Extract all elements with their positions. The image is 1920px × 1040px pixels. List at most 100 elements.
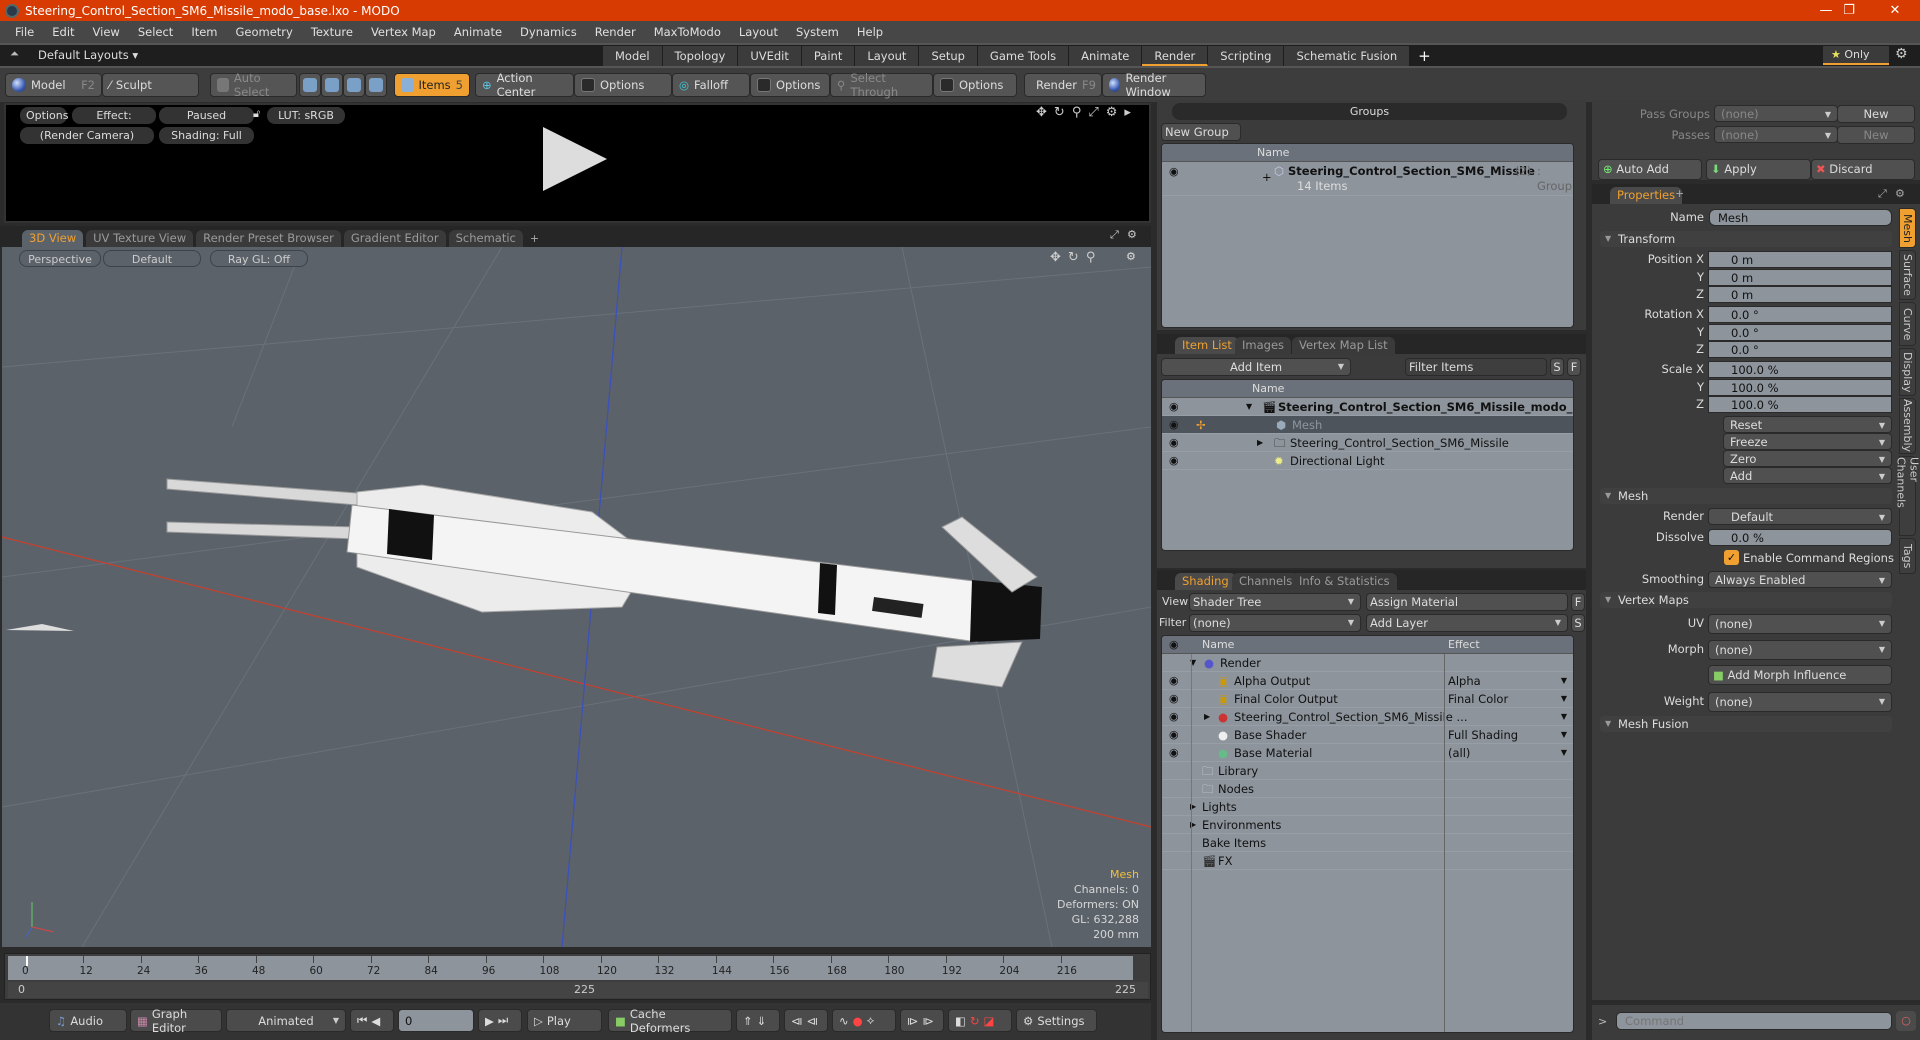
tab-vertex-map-list[interactable]: Vertex Map List xyxy=(1292,337,1395,354)
assign-material-button[interactable]: Assign Material xyxy=(1366,593,1568,611)
rotation-z-field[interactable]: 0.0 ° xyxy=(1708,341,1892,358)
render-camera-dropdown[interactable]: (Render Camera) xyxy=(20,127,154,144)
layout-tab-render[interactable]: Render xyxy=(1142,46,1209,66)
effect-dropdown[interactable]: Effect: (Shadi... xyxy=(72,107,156,139)
play-icon[interactable] xyxy=(543,127,607,191)
shader-tree-row[interactable]: 🎬︎ FX xyxy=(1162,852,1573,870)
view-dropdown[interactable]: Shader Tree xyxy=(1189,593,1361,611)
gear-icon[interactable]: ⚙ xyxy=(1127,228,1137,241)
vertices-mode-button[interactable] xyxy=(299,73,321,97)
side-tab-tags[interactable]: Tags xyxy=(1899,538,1916,574)
projection-dropdown[interactable]: Perspective xyxy=(19,250,101,267)
visibility-icon[interactable]: ◉ xyxy=(1169,690,1179,708)
audio-button[interactable]: ♫ Audio xyxy=(49,1009,127,1032)
collapse-arrow-icon[interactable]: ⏶ xyxy=(10,47,19,61)
shader-tree-row[interactable]: ◉ ● Base Shader Full Shading ▼ xyxy=(1162,726,1573,744)
maximize-icon[interactable]: ⤢ xyxy=(1110,228,1119,242)
render-window-button[interactable]: Render Window xyxy=(1102,71,1206,99)
menu-system[interactable]: System xyxy=(787,25,848,39)
zoom-icon[interactable]: ⚲ xyxy=(1086,250,1096,265)
gear-icon[interactable]: ⚙ xyxy=(1895,46,1908,62)
add-layout-tab-button[interactable]: + xyxy=(1410,46,1439,66)
name-field[interactable]: Mesh xyxy=(1709,209,1892,226)
list-item[interactable]: ◉ ▶ 🗀 Steering_Control_Section_SM6_Missi… xyxy=(1162,434,1573,452)
mesh-fusion-section[interactable]: Mesh Fusion xyxy=(1600,716,1892,732)
morph-dropdown[interactable]: (none) xyxy=(1708,640,1892,660)
tab-render-preset-browser[interactable]: Render Preset Browser xyxy=(196,230,341,247)
settings-icon[interactable]: ⚙ xyxy=(1106,105,1118,120)
shader-tree-row[interactable]: Bake Items xyxy=(1162,834,1573,852)
record-buttons[interactable]: ∿ ● ⟡ xyxy=(832,1009,896,1032)
enable-command-regions-checkbox[interactable]: ✓ xyxy=(1724,550,1739,565)
style-dropdown[interactable]: Default xyxy=(103,250,201,267)
menu-view[interactable]: View xyxy=(84,25,129,39)
shader-tree-row[interactable]: ◉ ▣ Final Color Output Final Color ▼ xyxy=(1162,690,1573,708)
gear-icon[interactable]: ⚙ xyxy=(1895,187,1905,200)
shader-tree-row[interactable]: 🗀 Library xyxy=(1162,762,1573,780)
weight-dropdown[interactable]: (none) xyxy=(1708,692,1892,712)
action-center-options-button[interactable]: Options xyxy=(574,73,672,97)
discard-button[interactable]: ✖ Discard xyxy=(1811,159,1915,180)
shader-tree-row[interactable]: ▶ Environments xyxy=(1162,816,1573,834)
zero-dropdown[interactable]: Zero xyxy=(1723,450,1892,468)
layout-tab-schematic-fusion[interactable]: Schematic Fusion xyxy=(1284,46,1411,66)
shader-item-effect[interactable]: Full Shading xyxy=(1448,726,1518,744)
pass-groups-dropdown[interactable]: (none) xyxy=(1714,105,1838,123)
add-morph-influence-button[interactable]: ■ Add Morph Influence xyxy=(1708,665,1892,685)
viewport-settings-icon[interactable]: ⚙ xyxy=(1126,250,1136,263)
pan-icon[interactable]: ✥ xyxy=(1050,250,1061,265)
pan-icon[interactable]: ✥ xyxy=(1036,105,1047,120)
layout-tab-animate[interactable]: Animate xyxy=(1069,46,1143,66)
layout-tab-paint[interactable]: Paint xyxy=(801,46,856,66)
polygons-mode-button[interactable] xyxy=(343,73,365,97)
rotation-y-field[interactable]: 0.0 ° xyxy=(1708,324,1892,341)
shader-tree-row[interactable]: ◉ ▣ Alpha Output Alpha ▼ xyxy=(1162,672,1573,690)
menu-help[interactable]: Help xyxy=(848,25,892,39)
shader-tree-row[interactable]: ◉ ● Base Material (all) ▼ xyxy=(1162,744,1573,762)
scale-x-field[interactable]: 100.0 % xyxy=(1708,361,1892,378)
visibility-icon[interactable]: ◉ xyxy=(1169,452,1179,470)
scale-y-field[interactable]: 100.0 % xyxy=(1708,379,1892,396)
visibility-icon[interactable]: ◉ xyxy=(1169,744,1179,762)
menu-geometry[interactable]: Geometry xyxy=(227,25,302,39)
model-mode-button[interactable]: Model F2 xyxy=(5,73,102,97)
current-frame-field[interactable]: 0 xyxy=(398,1009,474,1032)
visibility-icon[interactable]: ◉ xyxy=(1169,672,1179,690)
layout-tab-setup[interactable]: Setup xyxy=(919,46,978,66)
effect-dropdown-icon[interactable]: ▼ xyxy=(1561,708,1567,726)
menu-dynamics[interactable]: Dynamics xyxy=(511,25,586,39)
menu-edit[interactable]: Edit xyxy=(43,25,83,39)
scale-z-field[interactable]: 100.0 % xyxy=(1708,396,1892,413)
animated-dropdown[interactable]: Animated xyxy=(226,1009,346,1032)
add-tab-button[interactable]: + xyxy=(1675,187,1684,200)
transform-section[interactable]: Transform xyxy=(1600,231,1892,247)
close-button[interactable]: ✕ xyxy=(1872,0,1918,21)
settings-button[interactable]: ⚙ Settings xyxy=(1016,1009,1097,1032)
expand-arrow-icon[interactable]: ▸ xyxy=(1124,105,1131,120)
select-through-button[interactable]: ⚲ Select Through xyxy=(830,71,933,99)
filter-s-button[interactable]: S xyxy=(1550,358,1564,376)
position-x-field[interactable]: 0 m xyxy=(1708,251,1892,268)
shader-tree-row[interactable]: ▶ Lights xyxy=(1162,798,1573,816)
layout-tab-scripting[interactable]: Scripting xyxy=(1208,46,1285,66)
expand-arrow-icon[interactable]: ▶ xyxy=(1257,434,1263,452)
mesh-section[interactable]: Mesh xyxy=(1600,488,1892,504)
menu-render[interactable]: Render xyxy=(586,25,645,39)
shader-tree-row[interactable]: ▼ ● Render xyxy=(1162,654,1573,672)
next-last-key-buttons[interactable]: ▶ ⏭ xyxy=(478,1009,522,1032)
rotate-icon[interactable]: ↻ xyxy=(1054,105,1065,120)
smoothing-dropdown[interactable]: Always Enabled xyxy=(1708,571,1892,589)
auto-select-button[interactable]: Auto Select xyxy=(210,71,297,99)
shading-dropdown[interactable]: Shading: Full xyxy=(159,127,254,144)
timeline-range[interactable]: 0 225 225 xyxy=(8,982,1148,998)
rotate-icon[interactable]: ↻ xyxy=(1068,250,1079,265)
tab-gradient-editor[interactable]: Gradient Editor xyxy=(343,230,446,247)
uv-dropdown[interactable]: (none) xyxy=(1708,614,1892,634)
freeze-dropdown[interactable]: Freeze xyxy=(1723,433,1892,451)
render-button[interactable]: Render F9 xyxy=(1024,73,1102,97)
add-item-dropdown[interactable]: Add Item xyxy=(1161,358,1351,376)
tab-uv-texture-view[interactable]: UV Texture View xyxy=(86,230,194,247)
filter-items-input[interactable]: Filter Items xyxy=(1405,358,1547,376)
layout-tab-topology[interactable]: Topology xyxy=(662,46,739,66)
visibility-icon[interactable]: ◉ xyxy=(1169,398,1179,416)
